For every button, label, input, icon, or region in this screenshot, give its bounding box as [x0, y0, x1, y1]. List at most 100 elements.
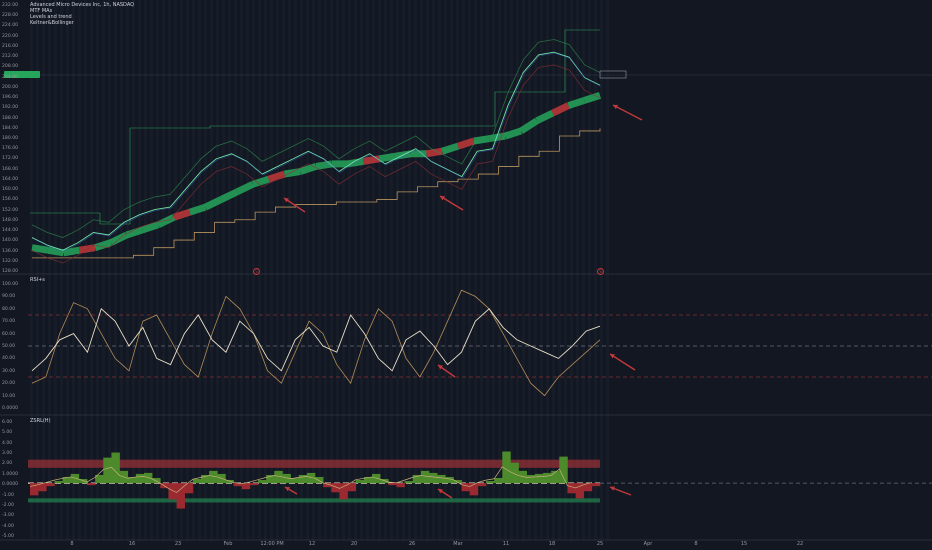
session-stripe — [534, 0, 537, 540]
price-axis-label: 164.00 — [2, 176, 19, 182]
zsrl-bar — [567, 483, 576, 494]
zsrl-bar — [510, 462, 519, 484]
price-axis-label: 224.00 — [2, 23, 19, 29]
zsrl-axis-label: -4.00 — [2, 523, 14, 529]
session-stripe — [450, 0, 453, 540]
session-stripe — [156, 0, 159, 540]
time-axis-label: Mar — [453, 541, 463, 547]
session-stripe — [456, 0, 459, 540]
session-stripe — [396, 0, 399, 540]
session-stripe — [462, 0, 465, 540]
ma-band-segment — [188, 203, 207, 216]
price-axis-label: 196.00 — [2, 95, 19, 101]
indicator-legend-3[interactable]: Keltner&Bollinger — [30, 20, 134, 26]
session-stripe — [192, 0, 195, 540]
session-stripe — [174, 0, 177, 540]
ma-band-segment — [378, 152, 396, 163]
price-axis-label: 208.00 — [2, 64, 19, 70]
zsrl-bar — [461, 483, 471, 492]
signal-marker[interactable]: S — [253, 268, 260, 275]
session-stripe — [516, 0, 519, 540]
zsrl-bar — [103, 457, 112, 484]
session-stripe — [552, 0, 555, 540]
session-stripe — [492, 0, 495, 540]
chart-canvas[interactable] — [0, 0, 932, 550]
time-axis-label: 20 — [350, 541, 358, 547]
rsi-pane-title[interactable]: RSI+s — [30, 277, 45, 283]
session-stripe — [228, 0, 231, 540]
session-stripe — [198, 0, 201, 540]
session-stripe — [390, 0, 393, 540]
price-axis-label: 176.00 — [2, 146, 19, 152]
time-axis-label: 18 — [548, 541, 556, 547]
zsrl-axis-label: 6.00 — [2, 420, 13, 425]
rsi-axis-label: 40.00 — [2, 356, 16, 362]
session-stripe — [426, 0, 429, 540]
session-stripe — [480, 0, 483, 540]
ma-band-segment — [456, 137, 475, 150]
session-stripe — [276, 0, 279, 540]
price-axis-label: 192.00 — [2, 105, 19, 111]
session-stripe — [486, 0, 489, 540]
rsi-axis-label: 60.00 — [2, 331, 16, 337]
session-stripe — [312, 0, 315, 540]
session-stripe — [528, 0, 531, 540]
session-stripe — [342, 0, 345, 540]
zsrl-bar — [241, 483, 251, 490]
session-stripe — [282, 0, 285, 540]
session-stripe — [420, 0, 423, 540]
time-axis-label: 16 — [128, 541, 136, 547]
session-stripe — [306, 0, 309, 540]
zsrl-bar — [249, 483, 259, 486]
session-stripe — [60, 0, 63, 540]
session-stripe — [372, 0, 375, 540]
time-axis-label: 25 — [596, 541, 604, 547]
price-axis-label: 160.00 — [2, 187, 19, 193]
price-axis-label: 188.00 — [2, 115, 19, 121]
price-axis-label: 220.00 — [2, 33, 19, 39]
session-stripe — [468, 0, 471, 540]
session-stripe — [378, 0, 381, 540]
session-stripe — [126, 0, 129, 540]
session-stripe — [138, 0, 141, 540]
zsrl-bar — [192, 479, 202, 484]
zsrl-bar — [526, 474, 536, 484]
ma-band-segment — [567, 97, 586, 109]
time-axis-label: Feb — [223, 541, 233, 547]
time-axis-label: 8 — [70, 541, 74, 547]
session-stripe — [330, 0, 333, 540]
ma-band-segment — [62, 246, 80, 257]
zsrl-bar — [70, 473, 80, 484]
session-stripe — [204, 0, 207, 540]
price-axis-label: 212.00 — [2, 54, 19, 60]
ma-band-segment — [362, 155, 380, 165]
zsrl-bar — [420, 470, 430, 484]
session-stripe — [210, 0, 213, 540]
zsrl-bar — [477, 483, 487, 487]
session-stripe — [606, 0, 609, 540]
session-stripe — [570, 0, 573, 540]
signal-marker[interactable]: S — [597, 268, 604, 275]
ma-band-segment — [504, 127, 523, 140]
zsrl-bar — [486, 481, 495, 484]
session-stripe — [36, 0, 39, 540]
session-stripe — [546, 0, 549, 540]
zsrl-axis-label: 4.00 — [2, 440, 13, 446]
price-axis-label: 172.00 — [2, 156, 19, 162]
time-axis-label: 22 — [796, 541, 804, 547]
zsrl-bar — [494, 478, 503, 484]
zsrl-axis-label: -1.00 — [2, 492, 14, 498]
zsrl-bar — [388, 483, 397, 486]
session-stripe — [336, 0, 339, 540]
session-stripe — [414, 0, 417, 540]
session-stripe — [162, 0, 165, 540]
price-axis-label: 184.00 — [2, 125, 19, 131]
time-axis-label: 23 — [174, 541, 182, 547]
rsi-axis-label: 20.00 — [2, 381, 16, 387]
session-stripe — [474, 0, 477, 540]
zsrl-pane-title[interactable]: ZSRL(H) — [30, 418, 51, 424]
ma-band-segment — [31, 244, 49, 254]
ma-band-segment — [583, 92, 602, 104]
time-axis-label: 12 — [308, 541, 316, 547]
session-stripe — [180, 0, 183, 540]
